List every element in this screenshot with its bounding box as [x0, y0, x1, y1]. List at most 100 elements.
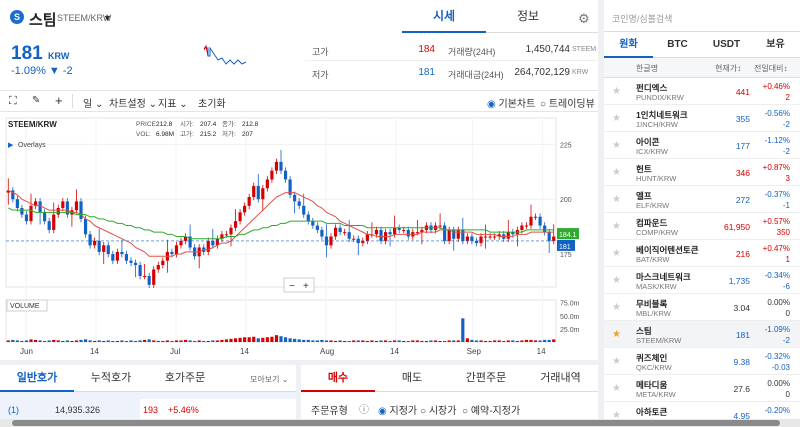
market-row[interactable]: ★ 퀴즈체인 QKC/KRW 9.38 -0.32% -0.03: [604, 348, 800, 375]
favorite-star-icon[interactable]: ★: [612, 167, 621, 178]
y-tick-label: 175: [560, 252, 572, 259]
volume-bar: [483, 340, 488, 342]
volume-bar: [470, 339, 474, 342]
market-row-price: 61,950: [724, 222, 750, 232]
tab-holdings[interactable]: 보유: [751, 32, 800, 58]
chart-settings-select[interactable]: 차트설정 ⌄: [109, 95, 157, 110]
candle: [20, 207, 24, 215]
market-row[interactable]: ★ 아이콘 ICX/KRW 177 -1.12% -2: [604, 132, 800, 159]
radio-checked-icon: ◉: [487, 99, 496, 110]
fullscreen-icon[interactable]: ⛶: [9, 95, 17, 108]
volume-bar: [252, 336, 256, 342]
col-price[interactable]: 현재가↕: [715, 63, 741, 74]
candle: [261, 188, 265, 200]
candle: [483, 236, 488, 238]
tab-normal-orderbook[interactable]: 일반호가: [0, 365, 74, 392]
col-change[interactable]: 전일대비↕: [754, 63, 787, 74]
volume-bar: [15, 340, 19, 342]
market-row-price: 3.04: [733, 303, 750, 313]
volume-bar: [70, 340, 74, 342]
volume-bar: [515, 340, 519, 342]
reserved-order-radio[interactable]: ○ 예약-지정가: [462, 402, 520, 417]
market-row-diff: 2: [785, 93, 790, 102]
favorite-star-icon[interactable]: ★: [612, 329, 621, 340]
indicator-select[interactable]: 지표 ⌄: [158, 95, 188, 110]
volume-bar: [120, 340, 124, 342]
low-label: 저가: [312, 70, 329, 80]
amount-24h-value: 264,702,129: [514, 67, 570, 78]
tab-sell[interactable]: 매도: [375, 365, 449, 392]
market-row[interactable]: ★ 1인치네트워크 1INCH/KRW 355 -0.56% -2: [604, 105, 800, 132]
col-name[interactable]: 한글명: [636, 63, 658, 74]
market-row[interactable]: ★ 메타디움 META/KRW 27.6 0.00% 0: [604, 375, 800, 402]
market-row[interactable]: ★ 베이직어텐션토큰 BAT/KRW 216 +0.47% 1: [604, 240, 800, 267]
tab-trade-history[interactable]: 거래내역: [523, 365, 598, 392]
favorite-star-icon[interactable]: ★: [612, 221, 621, 232]
x-tick-label: 14: [390, 347, 399, 356]
volume-bar: [293, 338, 297, 342]
volume-bar: [202, 340, 206, 342]
tab-simple-order[interactable]: 간편주문: [449, 365, 523, 392]
tradingview-radio[interactable]: ○ 트레이딩뷰: [540, 95, 595, 110]
favorite-star-icon[interactable]: ★: [612, 302, 621, 313]
group-view-select[interactable]: 모아보기 ⌄: [250, 374, 288, 385]
market-row-diff: 0: [785, 309, 790, 318]
candle: [402, 229, 406, 231]
scrollbar-thumb[interactable]: [12, 420, 780, 426]
tab-orderbook-order[interactable]: 호가주문: [148, 365, 222, 392]
tab-quote[interactable]: 시세: [402, 0, 486, 33]
favorite-star-icon[interactable]: ★: [612, 140, 621, 151]
volume-tick-label: 75.0m: [560, 301, 580, 308]
market-row-symbol: HUNT/KRW: [636, 174, 677, 183]
search-input[interactable]: 코인명/심볼검색: [612, 12, 672, 25]
ohlc-value: 6.98M: [156, 131, 174, 138]
candlestick-chart[interactable]: 225 200 175 Jun 14 Jul 14 Aug 14 Sep 14 75.0m 50.0m 2…: [0, 112, 598, 360]
market-row-price: 177: [735, 141, 750, 151]
tab-btc[interactable]: BTC: [653, 32, 702, 58]
market-row[interactable]: ★ 펀디엑스 PUNDIX/KRW 441 +0.46% 2: [604, 78, 800, 105]
favorite-star-icon[interactable]: ★: [612, 275, 621, 286]
favorite-star-icon[interactable]: ★: [612, 194, 621, 205]
market-row[interactable]: ★ 스팀 STEEM/KRW 181 -1.09% -2: [604, 321, 800, 348]
ohlc-key: 고가:: [180, 129, 194, 138]
interval-select[interactable]: 일 ⌄: [83, 95, 103, 110]
gear-icon[interactable]: ⚙: [578, 11, 590, 27]
market-row[interactable]: ★ 헌트 HUNT/KRW 346 +0.87% 3: [604, 159, 800, 186]
tab-info[interactable]: 정보: [486, 0, 570, 33]
orderbook-price-cell[interactable]: [140, 399, 296, 421]
pencil-icon[interactable]: ✎: [32, 95, 40, 106]
market-row[interactable]: ★ 컴파운드 COMP/KRW 61,950 +0.57% 350: [604, 213, 800, 240]
coin-dropdown-icon[interactable]: ▼: [103, 13, 112, 23]
price-chart[interactable]: 225 200 175 Jun 14 Jul 14 Aug 14 Sep 14 75.0m 50.0m 2…: [0, 112, 598, 360]
reset-button[interactable]: 초기화: [198, 95, 226, 110]
market-row-price: 9.38: [733, 357, 750, 367]
market-order-radio[interactable]: ○ 시장가: [420, 402, 456, 417]
tab-buy[interactable]: 매수: [301, 365, 375, 392]
favorite-star-icon[interactable]: ★: [612, 113, 621, 124]
favorite-star-icon[interactable]: ★: [612, 383, 621, 394]
basic-chart-radio[interactable]: ◉ 기본차트: [487, 95, 535, 110]
volume-bar: [215, 340, 219, 342]
limit-order-radio[interactable]: ◉ 지정가: [378, 402, 417, 417]
volume-bar: [106, 340, 110, 342]
tab-usdt[interactable]: USDT: [702, 32, 751, 58]
zoom-in-button[interactable]: +: [303, 281, 309, 292]
favorite-star-icon[interactable]: ★: [612, 86, 621, 97]
zoom-out-button[interactable]: −: [289, 281, 295, 292]
market-row-pct: -0.20%: [764, 406, 790, 415]
market-row[interactable]: ★ 엘프 ELF/KRW 272 -0.37% -1: [604, 186, 800, 213]
info-tabs: 시세 정보: [402, 0, 598, 33]
volume-bar: [452, 340, 456, 342]
market-row[interactable]: ★ 마스크네트워크 MASK/KRW 1,735 -0.34% -6: [604, 267, 800, 294]
search-bar[interactable]: 코인명/심볼검색: [604, 0, 800, 32]
market-row[interactable]: ★ 무비블록 MBL/KRW 3.04 0.00% 0: [604, 294, 800, 321]
tab-cumulative-orderbook[interactable]: 누적호가: [74, 365, 148, 392]
crosshair-icon[interactable]: +: [55, 93, 63, 108]
favorite-star-icon[interactable]: ★: [612, 356, 621, 367]
tab-krw[interactable]: 원화: [604, 32, 653, 58]
volume-bar: [156, 340, 160, 342]
candle: [365, 234, 369, 241]
favorite-star-icon[interactable]: ★: [612, 248, 621, 259]
volume-bar: [179, 340, 183, 342]
help-icon[interactable]: ⓘ: [359, 401, 369, 416]
